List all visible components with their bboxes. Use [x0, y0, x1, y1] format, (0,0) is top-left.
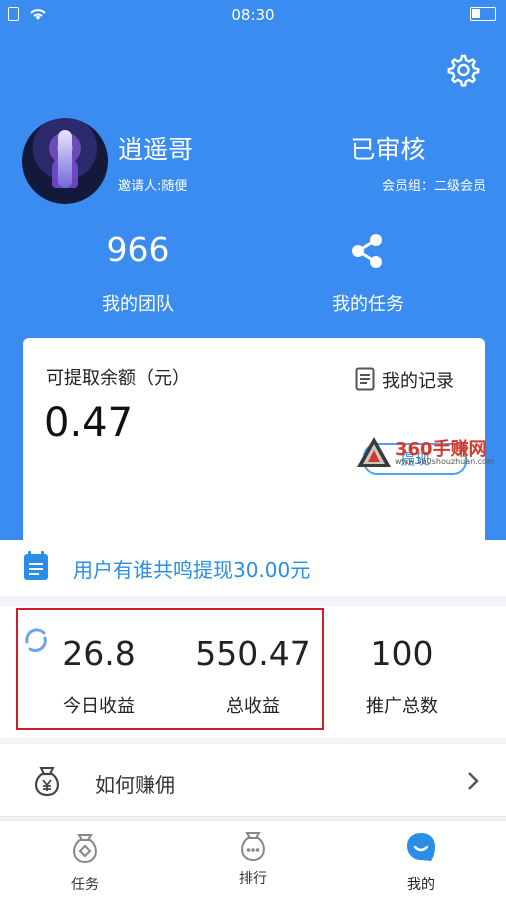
inviter-text: 邀请人:随便	[118, 179, 188, 194]
member-group: 会员组：二级会员	[381, 179, 486, 194]
balance-label: 可提取余额（元）	[46, 368, 190, 389]
username: 逍遥哥	[118, 135, 194, 164]
my-team-button[interactable]: 我的团队	[78, 290, 198, 316]
status-badge: 已审核	[350, 135, 426, 164]
status-bar: 08:30	[0, 0, 506, 30]
highlight-box	[16, 608, 324, 730]
calendar-icon	[24, 551, 48, 580]
how-to-earn-label: 如何赚佣	[95, 773, 175, 797]
my-tasks-button[interactable]: 我的任务	[318, 290, 418, 316]
watermark-url: www.360shouzhuan.com	[395, 457, 495, 466]
promotion-total-value: 100	[370, 634, 434, 673]
tab-task[interactable]: 任务	[45, 874, 125, 894]
gear-icon[interactable]	[444, 52, 480, 88]
avatar[interactable]	[22, 118, 108, 204]
task-tab-icon[interactable]	[69, 832, 101, 864]
avatar-figure	[58, 130, 72, 188]
profile-tab-icon[interactable]	[405, 831, 437, 863]
my-records-button[interactable]: 我的记录	[382, 367, 454, 393]
document-icon[interactable]	[355, 367, 375, 391]
ranking-tab-icon[interactable]	[237, 830, 269, 862]
status-time: 08:30	[231, 6, 275, 24]
tab-ranking[interactable]: 排行	[213, 868, 293, 888]
watermark: 提现 360手赚网 www.360shouzhuan.com	[355, 435, 505, 475]
notice-text: 用户有谁共鸣提现30.00元	[73, 558, 311, 582]
how-to-earn-row[interactable]	[0, 744, 506, 817]
money-bag-icon	[35, 767, 59, 797]
battery-icon	[470, 7, 496, 21]
share-icon[interactable]	[350, 232, 386, 270]
watermark-logo-icon	[357, 437, 391, 467]
chevron-right-icon	[468, 772, 479, 790]
promotion-total-label: 推广总数	[366, 696, 438, 717]
balance-value: 0.47	[44, 400, 134, 446]
team-count[interactable]: 966	[88, 230, 188, 269]
tab-mine[interactable]: 我的	[381, 874, 461, 894]
